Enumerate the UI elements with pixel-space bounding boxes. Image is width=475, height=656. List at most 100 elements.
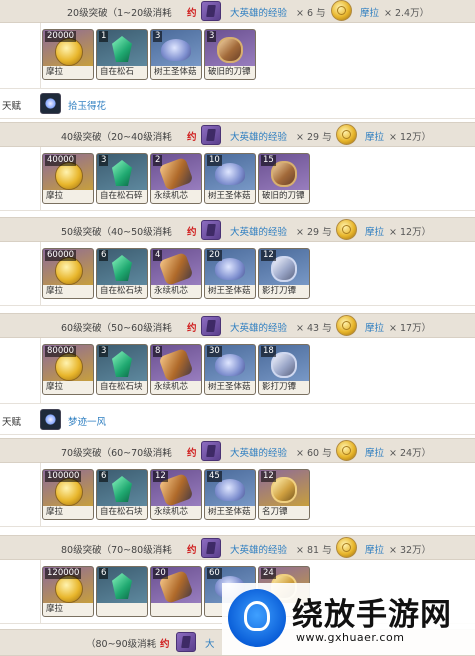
material-card[interactable]: 20 树王圣体菇 xyxy=(204,248,256,299)
mora-coin-icon xyxy=(336,440,357,461)
hero-wit-book-icon xyxy=(176,632,196,652)
material-count: 12 xyxy=(261,250,276,261)
material-card[interactable]: 4 永续机芯 xyxy=(150,248,202,299)
material-count: 1 xyxy=(99,31,109,42)
header-approx: 约 xyxy=(160,639,170,650)
material-card[interactable]: 6 自在松石块 xyxy=(96,248,148,299)
material-card[interactable]: 15 破旧的刀镡 xyxy=(258,153,310,204)
material-card[interactable]: 3 破旧的刀镡 xyxy=(204,29,256,80)
material-card[interactable]: 120000 摩拉 xyxy=(42,566,94,617)
material-card[interactable]: 12 影打刀镡 xyxy=(258,248,310,299)
mora-name[interactable]: 摩拉 xyxy=(365,542,384,556)
header-title: 80级突破（70~80级消耗 xyxy=(61,545,172,556)
material-count: 120000 xyxy=(45,568,82,579)
header-approx: 约 xyxy=(187,323,197,334)
mora-multiplier: × 24万） xyxy=(389,448,432,459)
material-count: 15 xyxy=(261,155,276,166)
mora-name[interactable]: 摩拉 xyxy=(360,5,379,19)
material-card[interactable]: 3 自在松石碎 xyxy=(96,153,148,204)
mora-coin-icon xyxy=(55,478,83,506)
material-card[interactable]: 6 xyxy=(96,566,148,617)
material-count: 2 xyxy=(153,155,163,166)
material-card[interactable]: 3 树王圣体菇 xyxy=(150,29,202,80)
material-card[interactable]: 1 自在松石 xyxy=(96,29,148,80)
material-count: 60000 xyxy=(45,250,77,261)
exp-item-name[interactable]: 大英雄的经验 xyxy=(230,445,287,459)
header-title: 40级突破（20~40级消耗 xyxy=(61,132,172,143)
material-name: 永续机芯 xyxy=(151,285,201,298)
material-count: 4 xyxy=(153,250,163,261)
mora-coin-icon xyxy=(55,162,83,190)
mushroom-icon xyxy=(215,258,245,280)
watermark-brand: 绕放手游网 xyxy=(292,597,452,633)
header-approx: 约 xyxy=(187,448,197,459)
material-count: 20 xyxy=(207,250,222,261)
material-card[interactable]: 80000 摩拉 xyxy=(42,344,94,395)
material-card[interactable]: 18 影打刀镡 xyxy=(258,344,310,395)
mora-coin-icon xyxy=(55,353,83,381)
material-name: 摩拉 xyxy=(43,190,93,203)
material-card[interactable]: 100000 摩拉 xyxy=(42,469,94,520)
material-count: 6 xyxy=(99,568,109,579)
material-card[interactable]: 8 永续机芯 xyxy=(150,344,202,395)
material-card[interactable]: 12 永续机芯 xyxy=(150,469,202,520)
material-row: 60000 摩拉 6 自在松石块 4 永续机芯 20 树王圣体菇 12 影打刀镡 xyxy=(0,242,475,306)
material-count: 12 xyxy=(261,471,276,482)
material-count: 20000 xyxy=(45,31,77,42)
material-card[interactable]: 60000 摩拉 xyxy=(42,248,94,299)
mora-name[interactable]: 摩拉 xyxy=(365,224,384,238)
material-name: 永续机芯 xyxy=(151,190,201,203)
material-card[interactable]: 45 树王圣体菇 xyxy=(204,469,256,520)
exp-item-name[interactable]: 大英雄的经验 xyxy=(230,320,287,334)
hero-wit-book-icon xyxy=(201,1,221,21)
exp-item-name[interactable]: 大 xyxy=(205,636,215,650)
header-title: （80~90级消耗 xyxy=(86,639,157,650)
exp-multiplier: × 29 与 xyxy=(296,132,332,143)
material-count: 10 xyxy=(207,155,222,166)
material-card[interactable]: 2 永续机芯 xyxy=(150,153,202,204)
material-card[interactable]: 10 树王圣体菇 xyxy=(204,153,256,204)
exp-item-name[interactable]: 大英雄的经验 xyxy=(230,5,287,19)
material-count: 3 xyxy=(153,31,163,42)
material-card[interactable]: 20 xyxy=(150,566,202,617)
material-name xyxy=(151,603,201,616)
talent-name[interactable]: 拾玉得花 xyxy=(68,98,106,112)
material-count: 20 xyxy=(153,568,168,579)
mora-multiplier: × 2.4万） xyxy=(384,8,430,19)
header-title: 70级突破（60~70级消耗 xyxy=(61,448,172,459)
material-name: 树王圣体菇 xyxy=(205,506,255,519)
mushroom-icon xyxy=(215,479,245,501)
talent-name[interactable]: 梦迹一风 xyxy=(68,414,106,428)
exp-multiplier: × 81 与 xyxy=(296,545,332,556)
material-name: 摩拉 xyxy=(43,66,93,79)
exp-multiplier: × 6 与 xyxy=(296,8,326,19)
material-name: 破旧的刀镡 xyxy=(205,66,255,79)
hero-wit-book-icon xyxy=(201,316,221,336)
mora-name[interactable]: 摩拉 xyxy=(365,129,384,143)
material-name: 破旧的刀镡 xyxy=(259,190,309,203)
material-card[interactable]: 30 树王圣体菇 xyxy=(204,344,256,395)
mora-name[interactable]: 摩拉 xyxy=(365,320,384,334)
material-count: 40000 xyxy=(45,155,77,166)
header-title: 20级突破（1~20级消耗 xyxy=(67,8,172,19)
exp-multiplier: × 29 与 xyxy=(296,227,332,238)
material-count: 6 xyxy=(99,250,109,261)
mora-name[interactable]: 摩拉 xyxy=(365,445,384,459)
mora-coin-icon xyxy=(331,0,352,21)
material-card[interactable]: 40000 摩拉 xyxy=(42,153,94,204)
mora-multiplier: × 17万） xyxy=(389,323,432,334)
material-card[interactable]: 20000 摩拉 xyxy=(42,29,94,80)
exp-item-name[interactable]: 大英雄的经验 xyxy=(230,129,287,143)
material-count: 6 xyxy=(99,471,109,482)
material-card[interactable]: 12 名刀镡 xyxy=(258,469,310,520)
talent-row: 天赋 梦迹一风 xyxy=(0,405,475,435)
exp-item-name[interactable]: 大英雄的经验 xyxy=(230,224,287,238)
material-count: 12 xyxy=(153,471,168,482)
material-card[interactable]: 3 自在松石块 xyxy=(96,344,148,395)
exp-item-name[interactable]: 大英雄的经验 xyxy=(230,542,287,556)
site-watermark: 绕放手游网 www.gxhuaer.com xyxy=(222,583,475,655)
talent-icon xyxy=(40,409,61,430)
material-name: 影打刀镡 xyxy=(259,381,309,394)
material-card[interactable]: 6 自在松石块 xyxy=(96,469,148,520)
tsuba-icon xyxy=(217,37,243,63)
